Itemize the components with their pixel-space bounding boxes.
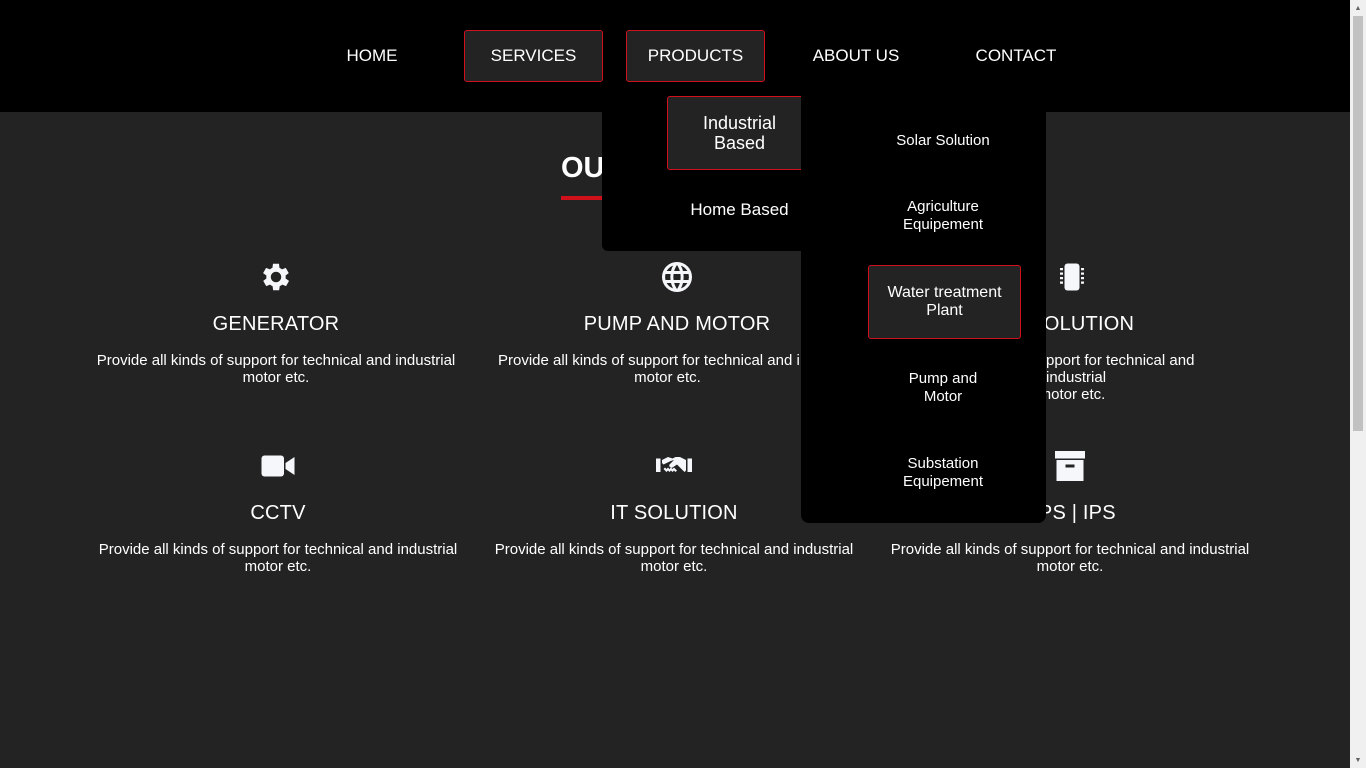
products-dropdown: Industrial Based Home Based bbox=[602, 90, 817, 251]
section-title: OU bbox=[561, 152, 605, 184]
submenu-item-pump-and-motor[interactable]: Pump and Motor bbox=[898, 368, 988, 408]
nav-contact[interactable]: CONTACT bbox=[962, 30, 1070, 82]
gear-icon bbox=[86, 257, 466, 297]
industrial-submenu: Solar Solution Agriculture Equipement Wa… bbox=[801, 90, 1046, 523]
submenu-item-solar-solution[interactable]: Solar Solution bbox=[853, 120, 1033, 160]
service-card-cctv: CCTV Provide all kinds of support for te… bbox=[88, 446, 468, 575]
scroll-up-arrow-icon[interactable]: ▲ bbox=[1350, 0, 1366, 16]
service-card-generator: GENERATOR Provide all kinds of support f… bbox=[86, 257, 466, 386]
card-title: GENERATOR bbox=[212, 313, 340, 335]
vertical-scrollbar[interactable]: ▲ ▼ bbox=[1350, 0, 1366, 768]
video-camera-icon bbox=[88, 446, 468, 486]
submenu-item-water-treatment-plant[interactable]: Water treatment Plant bbox=[868, 265, 1021, 339]
nav-home[interactable]: HOME bbox=[332, 30, 412, 82]
submenu-item-agriculture-equipement[interactable]: Agriculture Equipement bbox=[883, 196, 1003, 236]
card-text: Provide all kinds of support for technic… bbox=[96, 352, 456, 386]
card-text: Provide all kinds of support for technic… bbox=[494, 541, 854, 575]
nav-about-us[interactable]: ABOUT US bbox=[800, 30, 912, 82]
card-text: Provide all kinds of support for technic… bbox=[890, 541, 1250, 575]
dropdown-item-home-based[interactable]: Home Based bbox=[667, 190, 812, 230]
scroll-down-arrow-icon[interactable]: ▼ bbox=[1350, 752, 1366, 768]
scrollbar-thumb[interactable] bbox=[1353, 16, 1363, 431]
nav-products[interactable]: PRODUCTS bbox=[626, 30, 765, 82]
submenu-item-substation-equipement[interactable]: Substation Equipement bbox=[883, 453, 1003, 493]
card-text: Provide all kinds of support for technic… bbox=[98, 541, 458, 575]
dropdown-item-industrial-based[interactable]: Industrial Based bbox=[667, 96, 812, 170]
card-title: CCTV bbox=[250, 502, 306, 524]
nav-services[interactable]: SERVICES bbox=[464, 30, 603, 82]
